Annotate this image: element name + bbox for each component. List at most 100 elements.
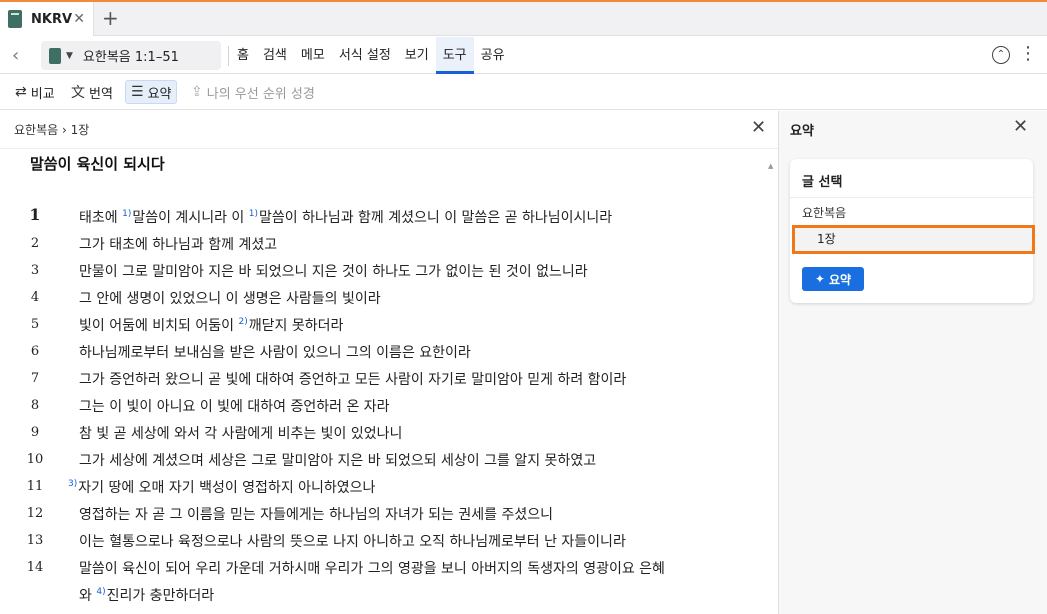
summarize-button-label: 요약 [828,272,852,287]
verse-row[interactable]: 13 이는 혈통으로나 육정으로나 사람의 뜻으로 나지 아니하고 오직 하나님께… [0,527,770,554]
priority-upload-icon: ⇪ [191,84,203,100]
verse-text-segment: 태초에 [79,210,123,226]
verse-text: 말씀이 육신이 되어 우리 가운데 거하시매 우리가 그의 영광을 보니 아버지… [79,561,665,577]
bible-book-icon [8,10,22,28]
verse-text: 만물이 그로 말미암아 지은 바 되었으니 지은 것이 하나도 그가 없이는 된… [79,264,588,280]
verse-text: 태초에 1)말씀이 계시니라 이 1)말씀이 하나님과 함께 계셨으니 이 말씀… [79,207,612,227]
verse-row[interactable]: 14 말씀이 육신이 되어 우리 가운데 거하시매 우리가 그의 영광을 보니 아… [0,554,770,581]
tab-nkrv[interactable]: NKRV ✕ [0,2,94,36]
translate-button[interactable]: 文 번역 [66,80,118,104]
footnote-marker[interactable]: 3) [68,479,77,489]
close-panel-icon[interactable]: ✕ [1013,116,1028,137]
verse-number: 9 [30,425,40,440]
verse-text: 영접하는 자 곧 그 이름을 믿는 자들에게는 하나님의 자녀가 되는 권세를 … [79,507,553,523]
verse-text-segment: 진리가 충만하더라 [106,588,215,604]
verse-row[interactable]: 5 빛이 어둠에 비치되 어둠이 2)깨닫지 못하더라 [0,311,770,338]
menu-tools[interactable]: 도구 [435,37,474,74]
close-pane-icon[interactable]: ✕ [751,117,766,138]
verse-text-segment: 빛이 어둠에 비치되 어둠이 [79,318,239,334]
verse-row[interactable]: 8 그는 이 빛이 아니요 이 빛에 대하여 증언하러 온 자라 [0,392,770,419]
tab-close-icon[interactable]: ✕ [73,11,85,27]
section-heading: 말씀이 육신이 되시다 [30,155,165,173]
verse-row[interactable]: 10 그가 세상에 계셨으며 세상은 그로 말미암아 지은 바 되었으되 세상이 … [0,446,770,473]
menu-search[interactable]: 검색 [256,37,294,74]
summary-tool-label: 요약 [147,86,172,102]
collapse-up-icon[interactable]: ⌃ [992,46,1010,64]
menu-view[interactable]: 보기 [398,37,436,74]
breadcrumb[interactable]: 요한복음 › 1장 [14,121,89,138]
swap-arrows-icon: ⇄ [15,84,27,100]
panel-title: 요약 [790,124,814,139]
verse-row[interactable]: 2 그가 태초에 하나님과 함께 계셨고 [0,230,770,257]
verse-number: 14 [26,560,44,575]
verse-row[interactable]: 1 태초에 1)말씀이 계시니라 이 1)말씀이 하나님과 함께 계셨으니 이 말… [0,203,770,230]
scrollbar[interactable]: ▲ [768,153,776,613]
menu-home[interactable]: 홈 [230,37,256,74]
verse-number: 12 [26,506,44,521]
verse-number: 3 [30,263,40,278]
menu-format-settings[interactable]: 서식 설정 [332,37,398,74]
document-list-icon: ☰ [131,84,144,100]
verse-number: 11 [26,479,44,494]
summarize-button[interactable]: ✦ 요약 [802,267,864,291]
tab-bar-accent [0,0,1047,2]
back-arrow-icon[interactable]: ‹ [12,45,19,66]
priority-bible-label: 나의 우선 순위 성경 [206,86,315,102]
verse-text: 3)자기 땅에 오매 자기 백성이 영접하지 아니하였으나 [68,477,375,497]
more-options-icon[interactable]: ⋮ [1019,43,1037,65]
verse-text: 빛이 어둠에 비치되 어둠이 2)깨닫지 못하더라 [79,315,343,335]
verse-text: 그가 증언하러 왔으니 곧 빛에 대하여 증언하고 모든 사람이 자기로 말미암… [79,372,627,388]
verse-row[interactable]: 와 4)진리가 충만하더라 [0,581,770,608]
reading-pane: 요한복음 › 1장 ✕ 말씀이 육신이 되시다 1 태초에 1)말씀이 계시니라 … [0,111,778,614]
verse-number: 13 [26,533,44,548]
verse-text: 참 빛 곧 세상에 와서 각 사람에게 비추는 빛이 있었나니 [79,426,403,442]
verse-number: 7 [30,371,40,386]
verse-row[interactable]: 12 영접하는 자 곧 그 이름을 믿는 자들에게는 하나님의 자녀가 되는 권세… [0,500,770,527]
footnote-marker[interactable]: 1) [122,209,131,219]
footnote-marker[interactable]: 1) [249,209,258,219]
translate-icon: 文 [71,85,85,101]
sparkle-icon: ✦ [814,272,825,286]
compare-button[interactable]: ⇄ 비교 [10,80,60,104]
verse-row[interactable]: 3 만물이 그로 말미암아 지은 바 되었으니 지은 것이 하나도 그가 없이는 … [0,257,770,284]
priority-bible-button[interactable]: ⇪ 나의 우선 순위 성경 [186,80,320,104]
tab-bar: NKRV ✕ + [0,0,1047,36]
verse-row[interactable]: 7 그가 증언하러 왔으니 곧 빛에 대하여 증언하고 모든 사람이 자기로 말미… [0,365,770,392]
verse-text-segment: 자기 땅에 오매 자기 백성이 영접하지 아니하였으나 [78,480,376,496]
verse-number: 4 [30,290,40,305]
verse-text: 그가 태초에 하나님과 함께 계셨고 [79,237,278,253]
passage-select-card: 글 선택 요한복음 1장 ✦ 요약 [790,159,1035,303]
tools-subbar: ⇄ 비교 文 번역 ☰ 요약 ⇪ 나의 우선 순위 성경 [0,74,1047,110]
verse-text: 그 안에 생명이 있었으니 이 생명은 사람들의 빛이라 [79,291,381,307]
verse-row[interactable]: 6 하나님께로부터 보내심을 받은 사람이 있으니 그의 이름은 요한이라 [0,338,770,365]
verse-number: 6 [30,344,40,359]
verse-row[interactable]: 11 3)자기 땅에 오매 자기 백성이 영접하지 아니하였으나 [0,473,770,500]
verse-number: 10 [26,452,44,467]
verse-text: 이는 혈통으로나 육정으로나 사람의 뜻으로 나지 아니하고 오직 하나님께로부… [79,534,626,550]
scroll-up-arrow-icon[interactable]: ▲ [768,162,773,170]
compare-label: 비교 [30,86,55,102]
new-tab-plus-icon[interactable]: + [102,6,119,30]
verse-number: 2 [30,236,40,251]
translate-label: 번역 [89,86,113,102]
verse-text-segment: 말씀이 하나님과 함께 계셨으니 이 말씀은 곧 하나님이시니라 [258,210,613,226]
chapter-option-selected[interactable]: 1장 [792,225,1035,254]
verse-text: 그는 이 빛이 아니요 이 빛에 대하여 증언하러 온 자라 [79,399,390,415]
verse-row[interactable]: 9 참 빛 곧 세상에 와서 각 사람에게 비추는 빛이 있었나니 [0,419,770,446]
verse-row[interactable]: 4 그 안에 생명이 있었으니 이 생명은 사람들의 빛이라 [0,284,770,311]
book-name: 요한복음 [802,206,847,220]
menu-share[interactable]: 공유 [474,37,512,74]
menu-memo[interactable]: 메모 [294,37,332,74]
pane-divider [0,148,778,149]
footnote-marker[interactable]: 4) [96,587,105,597]
menu-tabs: 홈 검색 메모 서식 설정 보기 도구 공유 [230,37,512,74]
verse-number: 5 [30,317,40,332]
verse-number: 8 [30,398,40,413]
footnote-marker[interactable]: 2) [238,317,247,327]
summary-tool-button[interactable]: ☰ 요약 [125,80,178,104]
chevron-down-icon: ▼ [66,50,73,61]
tab-title: NKRV [31,11,73,27]
verse-text-segment: 깨닫지 못하더라 [248,318,344,334]
reference-selector[interactable]: ▼ 요한복음 1:1–51 [41,41,221,70]
verse-text: 하나님께로부터 보내심을 받은 사람이 있으니 그의 이름은 요한이라 [79,345,471,361]
